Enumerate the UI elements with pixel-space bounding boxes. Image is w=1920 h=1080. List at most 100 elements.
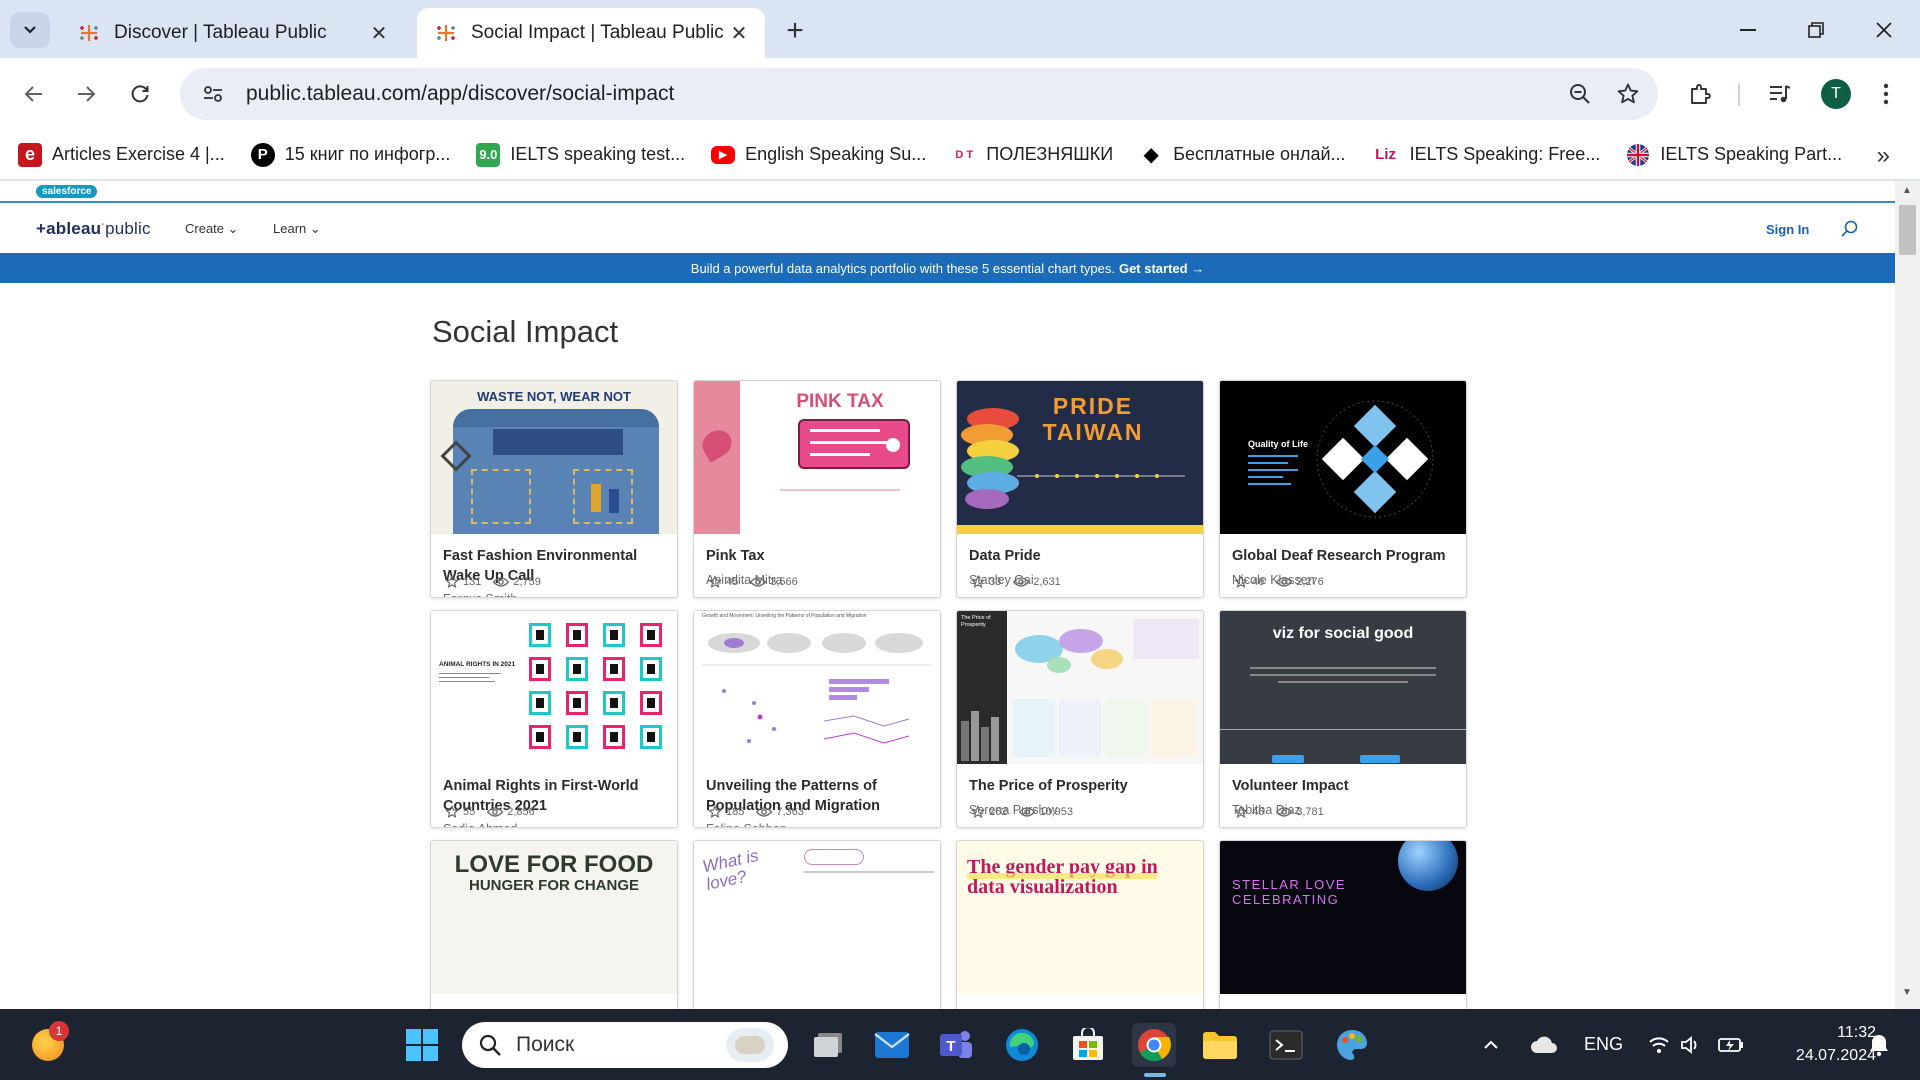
- more-bookmarks-button[interactable]: »: [1877, 142, 1890, 170]
- viz-card[interactable]: viz for social good Volunteer Impact Tab…: [1219, 610, 1467, 828]
- salesforce-logo[interactable]: salesforce: [36, 184, 98, 198]
- viz-thumbnail[interactable]: What is love?: [694, 841, 940, 994]
- vertical-scrollbar[interactable]: ▲ ▼: [1895, 181, 1920, 1009]
- bookmark-star-button[interactable]: [1604, 70, 1652, 118]
- viz-card[interactable]: PINK TAX Pink Tax Anindita Mitra 45 3,56…: [693, 380, 941, 598]
- nav-create[interactable]: Create ⌄: [185, 221, 239, 237]
- viz-card[interactable]: ANIMAL RIGHTS IN 2021 Animal Rights in F…: [430, 610, 678, 828]
- viz-thumbnail[interactable]: viz for social good: [1220, 611, 1466, 764]
- viz-thumbnail[interactable]: The Price of Prosperity: [957, 611, 1203, 764]
- address-bar[interactable]: public.tableau.com/app/discover/social-i…: [180, 68, 1658, 120]
- system-clock[interactable]: 11:32 24.07.2024: [1760, 1021, 1876, 1067]
- favorite-star-icon[interactable]: [971, 575, 985, 589]
- qr-tile: [640, 691, 662, 715]
- viz-card[interactable]: What is love?: [693, 840, 941, 1009]
- onedrive-button[interactable]: [1524, 1023, 1564, 1067]
- show-hidden-icons-button[interactable]: [1476, 1023, 1506, 1067]
- close-tab-icon[interactable]: ✕: [367, 21, 391, 45]
- page-viewport: salesforce +ableau·public Create ⌄ Learn…: [0, 181, 1920, 1009]
- terminal-app-button[interactable]: [1264, 1023, 1308, 1067]
- search-icon[interactable]: [1840, 219, 1860, 239]
- viz-thumbnail[interactable]: ANIMAL RIGHTS IN 2021: [431, 611, 677, 764]
- edge-app-button[interactable]: [1000, 1023, 1044, 1067]
- bookmark-item[interactable]: ◆ Бесплатные онлай...: [1139, 143, 1346, 167]
- wifi-button[interactable]: [1644, 1023, 1674, 1067]
- start-button[interactable]: [400, 1023, 444, 1067]
- viz-thumbnail[interactable]: Quality of Life: [1220, 381, 1466, 534]
- viz-title[interactable]: Data Pride: [957, 534, 1203, 567]
- taskbar-search[interactable]: Поиск: [462, 1022, 788, 1068]
- teams-app-button[interactable]: T: [934, 1023, 978, 1067]
- scrollbar-thumb[interactable]: [1899, 205, 1916, 255]
- zoom-button[interactable]: [1556, 70, 1604, 118]
- bookmark-item[interactable]: P 15 книг по инфогр...: [250, 142, 450, 167]
- bookmark-item[interactable]: 9.0 IELTS speaking test...: [476, 142, 685, 167]
- favorite-star-icon[interactable]: [445, 575, 459, 589]
- thumb-panel: [1013, 699, 1055, 757]
- viz-title[interactable]: Volunteer Impact: [1220, 764, 1466, 797]
- nav-learn[interactable]: Learn ⌄: [273, 221, 321, 237]
- site-info-button[interactable]: [188, 68, 238, 120]
- volume-button[interactable]: [1676, 1023, 1706, 1067]
- scroll-down-arrow[interactable]: ▼: [1900, 987, 1914, 998]
- favorite-star-icon[interactable]: [708, 805, 722, 819]
- back-button[interactable]: [14, 74, 54, 114]
- viz-card[interactable]: Quality of Life Global Deaf Research Pro…: [1219, 380, 1467, 598]
- store-app-button[interactable]: [1066, 1023, 1110, 1067]
- viz-title[interactable]: The Price of Prosperity: [957, 764, 1203, 797]
- close-window-button[interactable]: [1864, 14, 1904, 46]
- notifications-button[interactable]: [1862, 1023, 1896, 1067]
- file-explorer-button[interactable]: [1198, 1023, 1242, 1067]
- new-tab-button[interactable]: +: [778, 14, 812, 48]
- favorite-star-icon[interactable]: [1234, 805, 1248, 819]
- bookmark-item[interactable]: IELTS Speaking Part...: [1626, 143, 1842, 167]
- profile-button[interactable]: T: [1814, 74, 1858, 114]
- extensions-button[interactable]: [1678, 74, 1722, 114]
- close-tab-icon[interactable]: ✕: [727, 21, 751, 45]
- tab-social-impact[interactable]: Social Impact | Tableau Public ✕: [417, 8, 765, 58]
- sign-in-link[interactable]: Sign In: [1766, 222, 1809, 237]
- viz-card[interactable]: The Price of Prosperity The Price of Pro…: [956, 610, 1204, 828]
- media-control-button[interactable]: [1758, 74, 1802, 114]
- scroll-up-arrow[interactable]: ▲: [1900, 185, 1914, 196]
- banner-get-started-link[interactable]: Get started →: [1119, 261, 1204, 276]
- favorite-star-icon[interactable]: [971, 805, 985, 819]
- tab-discover[interactable]: Discover | Tableau Public ✕: [60, 8, 405, 58]
- tableau-public-logo[interactable]: +ableau·public: [36, 219, 151, 239]
- viz-thumbnail[interactable]: Growth and Movement: Unveiling the Patte…: [694, 611, 940, 764]
- viz-thumbnail[interactable]: The gender pay gap in data visualization: [957, 841, 1203, 994]
- bookmark-item[interactable]: D T ПОЛЕЗНЯШКИ: [952, 143, 1113, 167]
- viz-card[interactable]: Growth and Movement: Unveiling the Patte…: [693, 610, 941, 828]
- battery-button[interactable]: [1716, 1023, 1746, 1067]
- restore-button[interactable]: [1796, 14, 1836, 46]
- viz-card[interactable]: PRIDE TAIWAN Data Pride Stanley Gai 33 2…: [956, 380, 1204, 598]
- bookmark-item[interactable]: e Articles Exercise 4 |...: [18, 142, 225, 167]
- tab-search-button[interactable]: [10, 12, 50, 48]
- task-view-button[interactable]: [806, 1023, 850, 1067]
- viz-thumbnail[interactable]: LOVE FOR FOOD HUNGER FOR CHANGE: [431, 841, 677, 994]
- viz-thumbnail[interactable]: PINK TAX: [694, 381, 940, 534]
- bookmark-item[interactable]: Liz IELTS Speaking: Free...: [1372, 143, 1600, 167]
- favorite-star-icon[interactable]: [445, 805, 459, 819]
- bookmark-item[interactable]: ▶ English Speaking Su...: [711, 144, 926, 165]
- favorite-star-icon[interactable]: [1234, 575, 1248, 589]
- viz-thumbnail[interactable]: STELLAR LOVE CELEBRATING: [1220, 841, 1466, 994]
- viz-title[interactable]: Global Deaf Research Program: [1220, 534, 1466, 567]
- chrome-app-button[interactable]: [1132, 1023, 1176, 1067]
- viz-card[interactable]: STELLAR LOVE CELEBRATING: [1219, 840, 1467, 1009]
- browser-menu-button[interactable]: [1864, 74, 1908, 114]
- viz-card[interactable]: WASTE NOT, WEAR NOT Fast Fashion Environ…: [430, 380, 678, 598]
- views-wrap: 2,759: [493, 576, 541, 588]
- viz-card[interactable]: LOVE FOR FOOD HUNGER FOR CHANGE: [430, 840, 678, 1009]
- viz-thumbnail[interactable]: WASTE NOT, WEAR NOT: [431, 381, 677, 534]
- reload-button[interactable]: [120, 74, 160, 114]
- viz-thumbnail[interactable]: PRIDE TAIWAN: [957, 381, 1203, 534]
- viz-card[interactable]: The gender pay gap in data visualization: [956, 840, 1204, 1009]
- viz-title[interactable]: Pink Tax: [694, 534, 940, 567]
- mail-app-button[interactable]: [870, 1023, 914, 1067]
- language-indicator[interactable]: ENG: [1584, 1034, 1623, 1055]
- favorite-star-icon[interactable]: [708, 575, 722, 589]
- paint-app-button[interactable]: [1330, 1023, 1374, 1067]
- minimize-button[interactable]: [1728, 14, 1768, 46]
- forward-button[interactable]: [66, 74, 106, 114]
